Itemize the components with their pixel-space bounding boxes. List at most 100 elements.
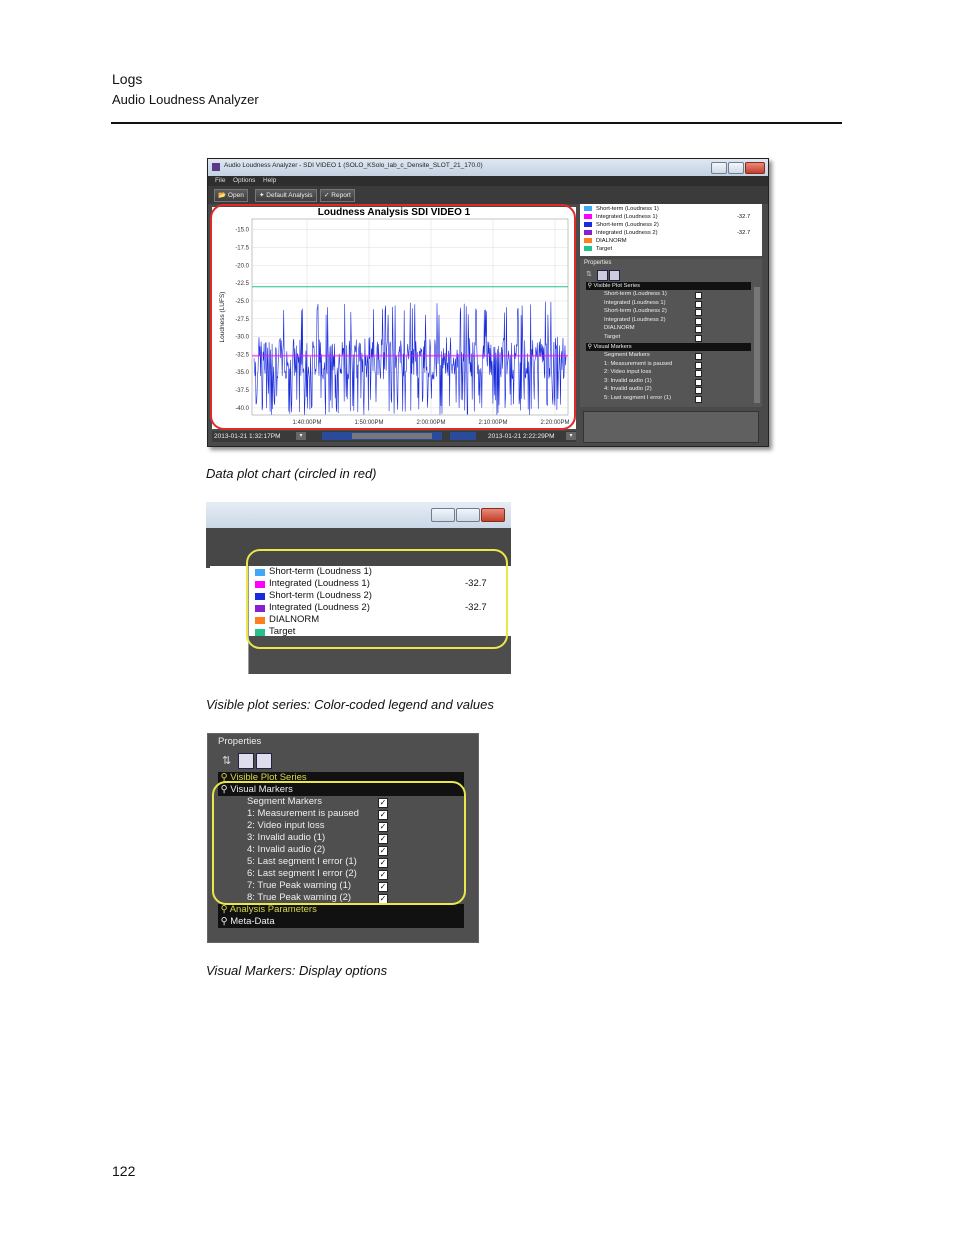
legend-swatch <box>584 238 592 243</box>
legend-row: Integrated (Loudness 2) <box>584 230 658 236</box>
red-highlight-circle <box>210 204 576 430</box>
plot-series-row: Short-term (Loudness 1) <box>604 291 667 297</box>
analysis-parameters-group[interactable]: ⚲ Analysis Parameters <box>218 904 464 916</box>
end-dropdown-icon[interactable]: ▾ <box>566 432 576 440</box>
legend-swatch <box>584 206 592 211</box>
marker-checkbox[interactable] <box>695 361 702 369</box>
plot-series-row: Short-term (Loudness 2) <box>604 308 667 314</box>
legend-label: DIALNORM <box>596 238 627 245</box>
plot-series-row: Integrated (Loudness 2) <box>604 316 666 323</box>
chart-edge <box>210 566 249 674</box>
scroll-thumb[interactable] <box>352 433 432 439</box>
start-time: 2013-01-21 1:32:17PM <box>214 433 281 440</box>
marker-checkbox[interactable] <box>695 395 702 403</box>
properties-title: Properties <box>584 260 612 266</box>
menu-help[interactable]: Help <box>263 177 276 184</box>
close-icon[interactable] <box>745 162 765 174</box>
categorized-view-icon[interactable] <box>238 753 254 769</box>
properties-title: Properties <box>218 736 262 747</box>
props-scrollbar[interactable] <box>754 287 760 403</box>
legend-swatch <box>584 222 592 227</box>
header-subsection: Audio Loudness Analyzer <box>112 92 259 107</box>
yellow-highlight-circle <box>212 781 466 905</box>
series-checkbox[interactable] <box>695 326 702 333</box>
description-box <box>583 411 759 443</box>
default-analysis-button[interactable]: ✦ Default Analysis <box>255 189 317 202</box>
page-number: 122 <box>112 1163 136 1179</box>
list-view-icon[interactable] <box>609 270 620 281</box>
default-analysis-label: Default Analysis <box>266 192 313 199</box>
header-rule <box>111 122 842 124</box>
legend-panel: Short-term (Loudness 1) Integrated (Loud… <box>580 204 762 256</box>
sort-icon[interactable]: ⇅ <box>586 270 594 278</box>
group-label: Meta-Data <box>230 916 275 927</box>
marker-row: 4: Invalid audio (2) <box>604 386 652 392</box>
header-section: Logs <box>112 71 143 87</box>
caption-fig1: Data plot chart (circled in red) <box>206 466 377 481</box>
meta-data-group[interactable]: ⚲ Meta-Data <box>218 916 464 928</box>
maximize-icon[interactable] <box>728 162 744 174</box>
properties-panel: Properties ⇅ ⚲ Visible Plot Series Short… <box>580 259 762 407</box>
legend-swatch <box>584 214 592 219</box>
marker-checkbox[interactable] <box>695 370 702 377</box>
marker-row: 3: Invalid audio (1) <box>604 377 652 384</box>
marker-row: Segment Markers <box>604 352 650 358</box>
time-scrollbar[interactable]: 2013-01-21 1:32:17PM ▾ 2013-01-21 2:22:2… <box>212 431 576 442</box>
close-icon[interactable] <box>481 508 505 522</box>
report-button[interactable]: ✓ Report <box>320 189 355 202</box>
legend-value: -32.7 <box>737 230 751 236</box>
minimize-icon[interactable] <box>711 162 727 174</box>
list-view-icon[interactable] <box>256 753 272 769</box>
marker-row: 5: Last segment I error (1) <box>604 394 672 401</box>
app-icon <box>212 163 220 171</box>
end-time: 2013-01-21 2:22:29PM <box>488 433 555 440</box>
report-label: Report <box>331 192 351 199</box>
series-checkbox[interactable] <box>695 334 702 342</box>
legend-label: Integrated (Loudness 2) <box>596 230 658 237</box>
marker-checkbox[interactable] <box>695 353 702 360</box>
open-button[interactable]: 📂 Open <box>214 189 248 202</box>
plot-series-row: DIALNORM <box>604 325 635 331</box>
plot-series-row: Integrated (Loudness 1) <box>604 299 666 306</box>
legend-zoom-screenshot: Short-term (Loudness 1) Integrated (Loudn… <box>206 502 511 674</box>
open-label: Open <box>227 192 244 199</box>
title-bar <box>206 502 511 528</box>
legend-label: Integrated (Loudness 1) <box>596 214 658 221</box>
app-window-screenshot: Audio Loudness Analyzer - SDI VIDEO 1 (S… <box>207 158 769 447</box>
scroll-right-button[interactable] <box>450 432 476 440</box>
legend-row: Short-term (Loudness 1) <box>584 206 659 212</box>
legend-label: Short-term (Loudness 1) <box>596 206 659 213</box>
legend-swatch <box>584 246 592 251</box>
title-bar: Audio Loudness Analyzer - SDI VIDEO 1 (S… <box>208 159 768 176</box>
menu-file[interactable]: File <box>215 177 225 184</box>
markers-zoom-screenshot: Properties ⇅ ⚲ Visible Plot Series ⚲ Vis… <box>207 733 479 943</box>
group-label: Analysis Parameters <box>229 904 317 915</box>
plot-series-row: Target <box>604 333 621 340</box>
maximize-icon[interactable] <box>456 508 480 522</box>
categorized-view-icon[interactable] <box>597 270 608 281</box>
menu-options[interactable]: Options <box>233 177 255 184</box>
series-checkbox[interactable] <box>695 317 702 325</box>
legend-row: Integrated (Loudness 1) <box>584 214 658 220</box>
toolbar: 📂 Open ✦ Default Analysis ✓ Report <box>208 186 768 204</box>
caption-fig3: Visual Markers: Display options <box>206 963 388 978</box>
marker-checkbox[interactable] <box>695 387 702 394</box>
sort-icon[interactable]: ⇅ <box>222 754 236 768</box>
visible-plot-series-group[interactable]: ⚲ Visible Plot Series <box>586 282 751 290</box>
series-checkbox[interactable] <box>695 300 702 308</box>
legend-row: Target <box>584 246 612 252</box>
legend-row: Short-term (Loudness 2) <box>584 222 659 228</box>
series-checkbox[interactable] <box>695 292 702 299</box>
group-label: Visual Markers <box>593 344 632 350</box>
legend-value: -32.7 <box>737 214 751 220</box>
minimize-icon[interactable] <box>431 508 455 522</box>
start-dropdown-icon[interactable]: ▾ <box>296 432 306 440</box>
yellow-highlight-circle <box>246 549 508 649</box>
legend-label: Target <box>596 246 613 253</box>
legend-label: Short-term (Loudness 2) <box>596 222 659 229</box>
marker-checkbox[interactable] <box>695 378 702 386</box>
window-title: Audio Loudness Analyzer - SDI VIDEO 1 (S… <box>224 162 483 169</box>
caption-fig2: Visible plot series: Color-coded legend … <box>206 697 494 712</box>
visual-markers-group[interactable]: ⚲ Visual Markers <box>586 343 751 351</box>
series-checkbox[interactable] <box>695 309 702 316</box>
